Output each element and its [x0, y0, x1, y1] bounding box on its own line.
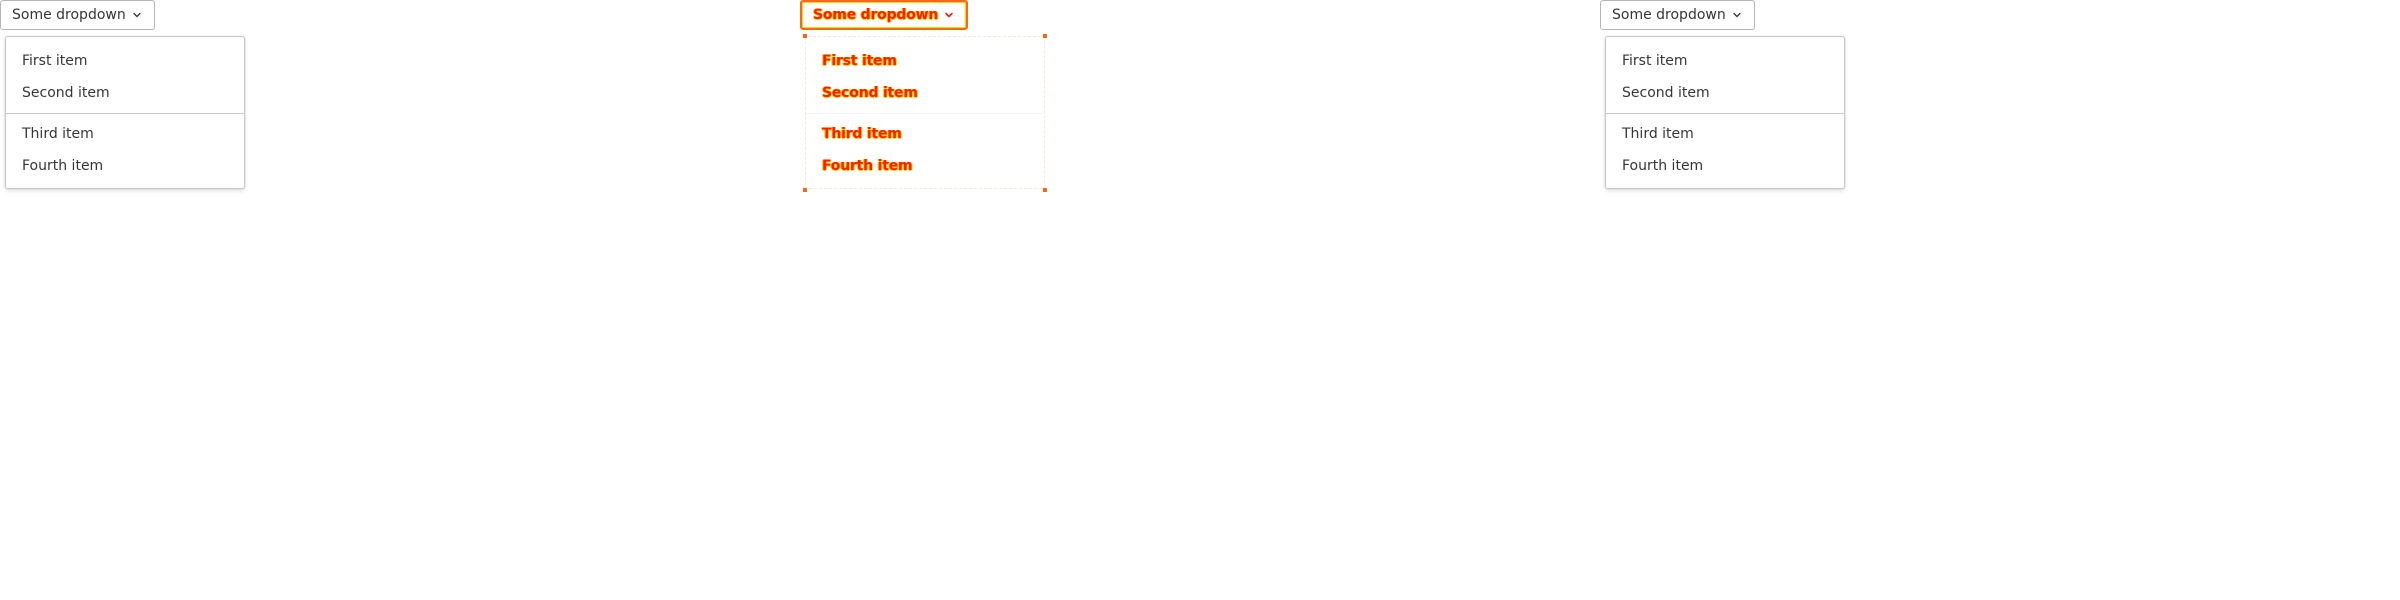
- dropdown-item-first[interactable]: First item: [6, 45, 244, 77]
- dropdown-item-fourth[interactable]: Fourth item: [1606, 150, 1844, 182]
- diff-corner-marker: [1043, 188, 1047, 192]
- dropdown-menu: First item Second item Third item Fourth…: [1605, 36, 1845, 189]
- dropdown-item-second-diff[interactable]: Second item: [806, 77, 1044, 109]
- diff-panel: Some dropdown First item Second item Thi…: [800, 0, 1600, 600]
- dropdown-trigger-label: Some dropdown: [12, 7, 126, 23]
- dropdown-menu-diff: First item Second item Third item Fourth…: [805, 36, 1045, 189]
- dropdown-divider: [6, 113, 244, 114]
- diff-corner-marker: [1043, 34, 1047, 38]
- dropdown-item-third[interactable]: Third item: [6, 118, 244, 150]
- dropdown-trigger-label: Some dropdown: [1612, 7, 1726, 23]
- dropdown-trigger-button[interactable]: Some dropdown: [1600, 0, 1755, 30]
- dropdown-trigger-button[interactable]: Some dropdown: [0, 0, 155, 30]
- dropdown-item-second[interactable]: Second item: [6, 77, 244, 109]
- dropdown-menu: First item Second item Third item Fourth…: [5, 36, 245, 189]
- dropdown-item-fourth-diff[interactable]: Fourth item: [806, 150, 1044, 182]
- dropdown-item-fourth[interactable]: Fourth item: [6, 150, 244, 182]
- chevron-down-icon: [1732, 10, 1742, 20]
- dropdown-item-second[interactable]: Second item: [1606, 77, 1844, 109]
- diff-corner-marker: [803, 188, 807, 192]
- dropdown-trigger-label-diff: Some dropdown: [813, 7, 939, 23]
- dropdown-trigger-button-diff[interactable]: Some dropdown: [800, 0, 969, 30]
- actual-panel: Some dropdown First item Second item Thi…: [1600, 0, 2400, 600]
- chevron-down-icon: [132, 10, 142, 20]
- chevron-down-icon: [944, 10, 954, 20]
- dropdown-item-first-diff[interactable]: First item: [806, 45, 1044, 77]
- diff-corner-marker: [803, 34, 807, 38]
- expected-panel: Some dropdown First item Second item Thi…: [0, 0, 800, 600]
- dropdown-divider: [1606, 113, 1844, 114]
- dropdown-item-first[interactable]: First item: [1606, 45, 1844, 77]
- dropdown-divider-diff: [806, 113, 1044, 114]
- dropdown-item-third[interactable]: Third item: [1606, 118, 1844, 150]
- dropdown-item-third-diff[interactable]: Third item: [806, 118, 1044, 150]
